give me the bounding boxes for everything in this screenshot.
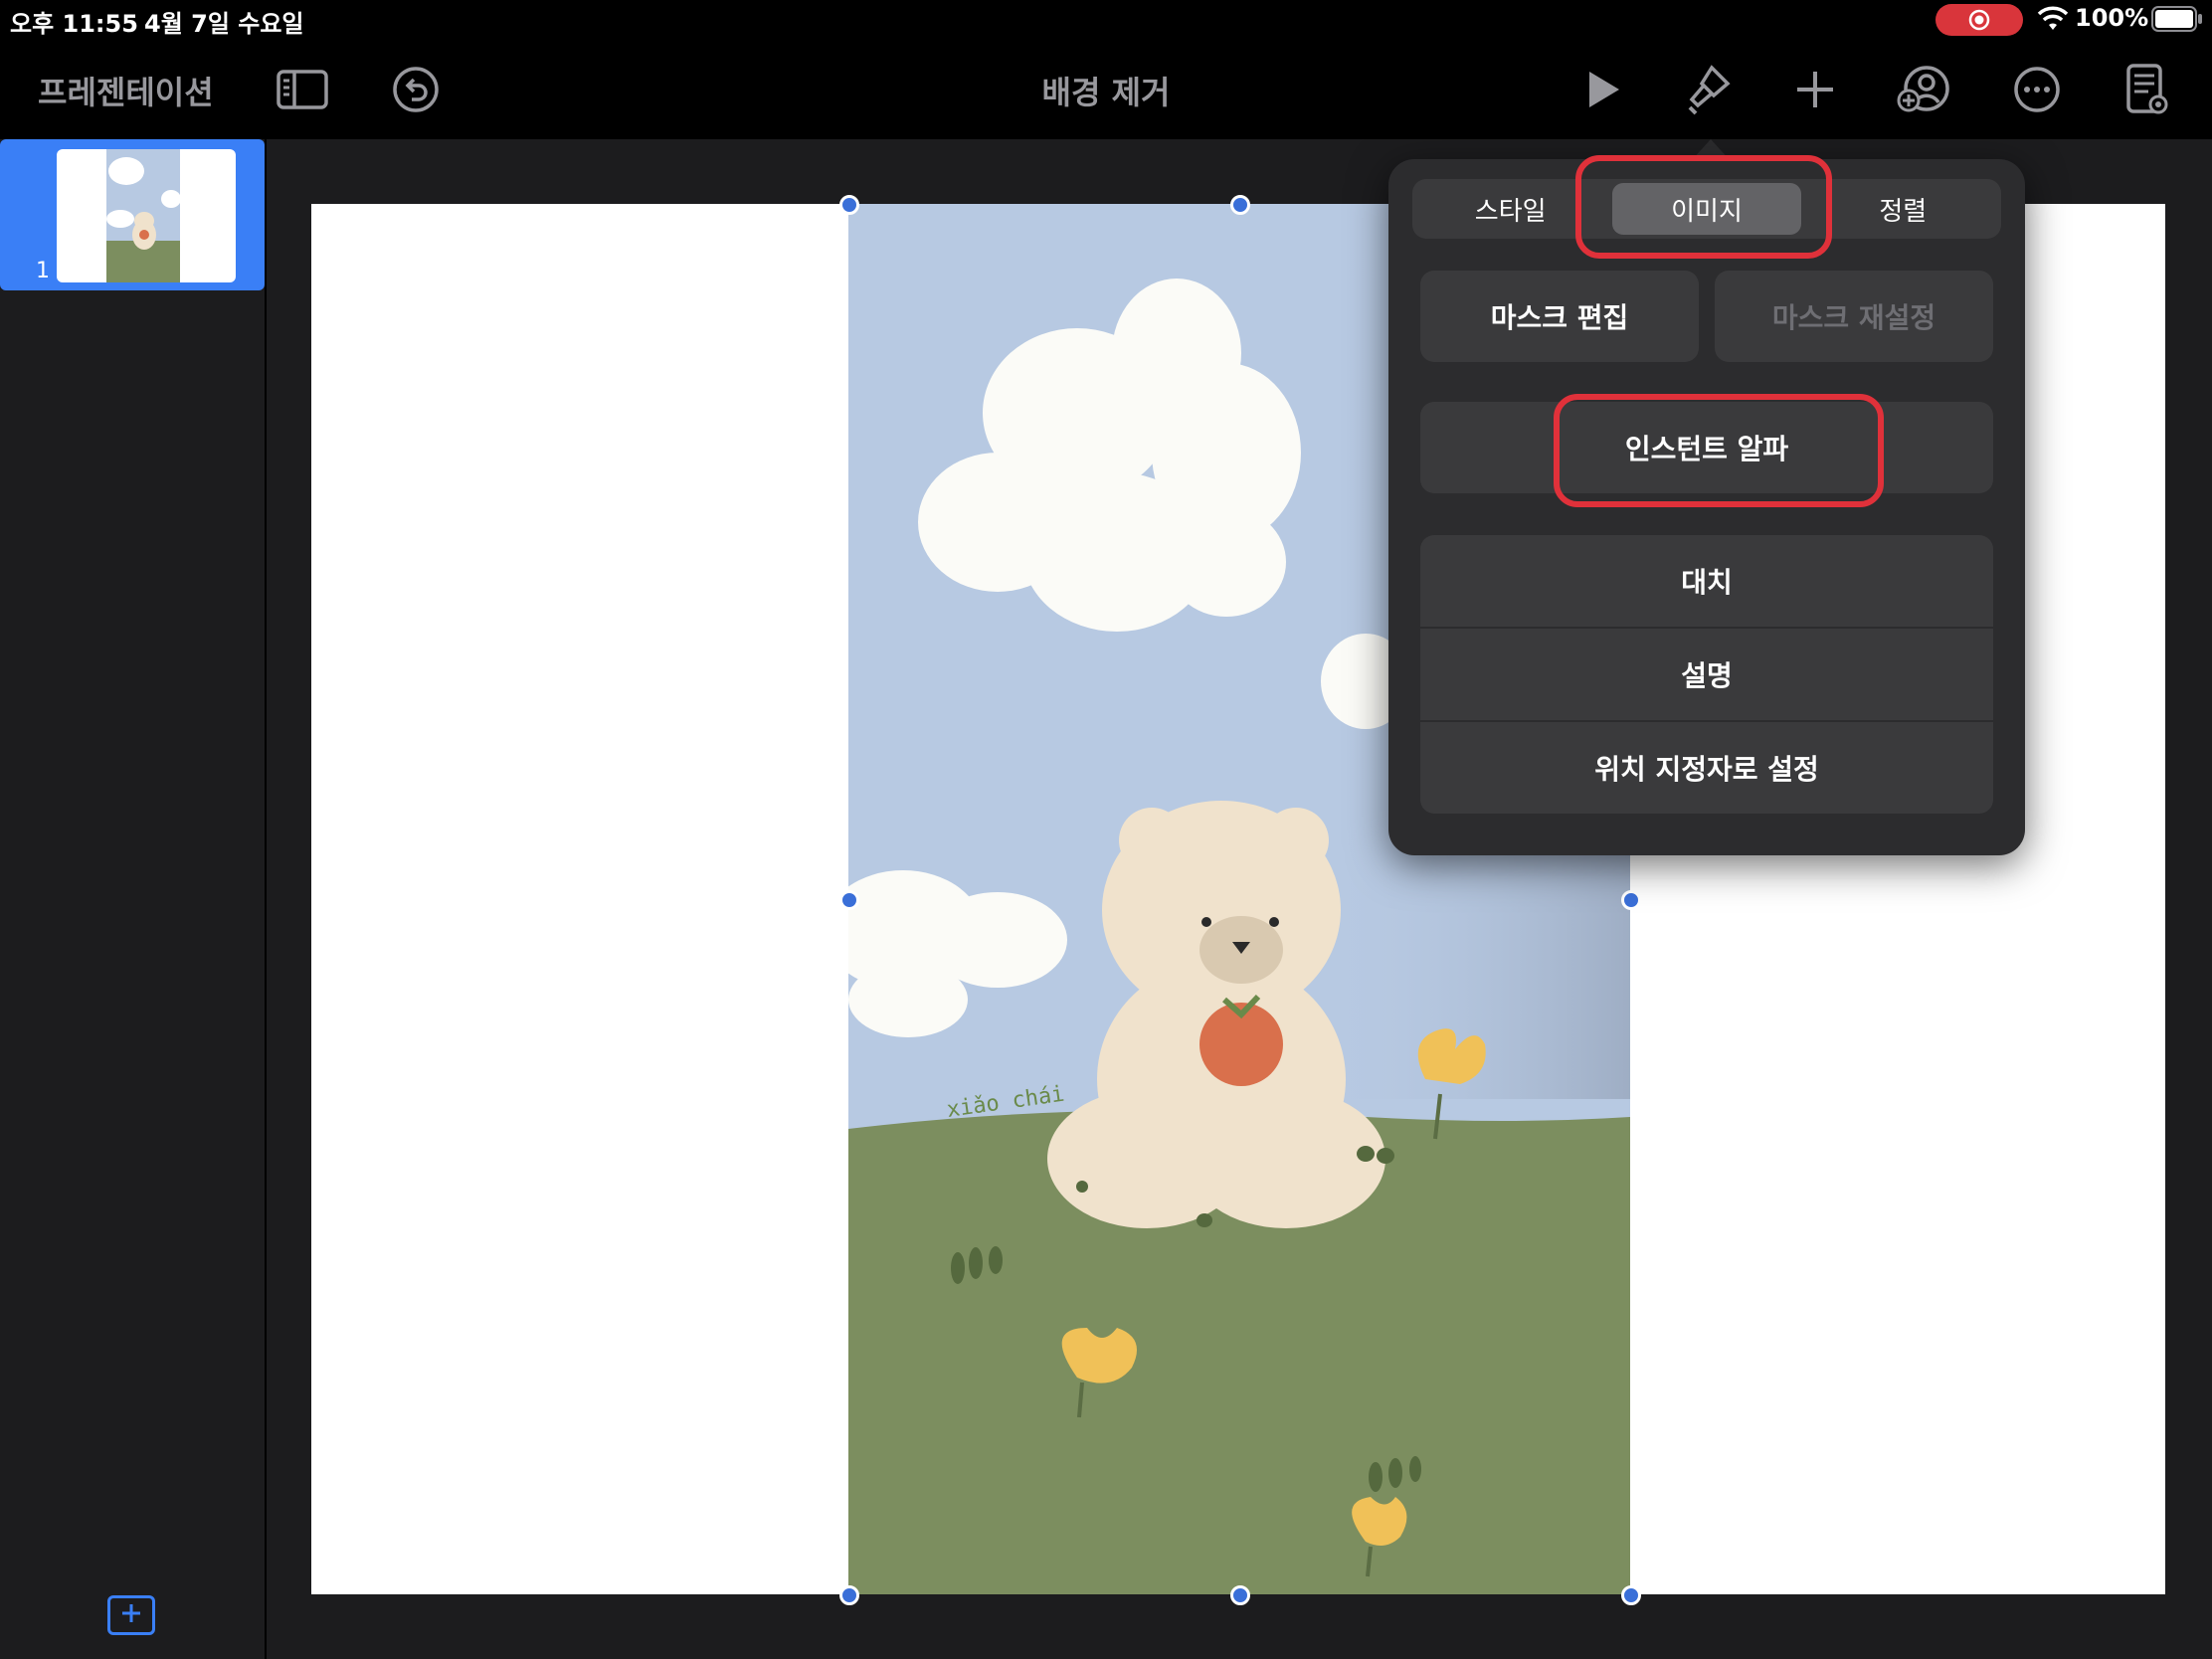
more-icon[interactable] — [2007, 62, 2067, 117]
format-popover: 스타일 이미지 정렬 마스크 편집 마스크 재설정 인스턴트 알파 대치 설명 … — [1388, 159, 2025, 855]
status-bar: 오후 11:55 4월 7일 수요일 100% — [0, 0, 2212, 40]
highlight-annotation-image-tab — [1575, 155, 1832, 259]
edit-mask-button[interactable]: 마스크 편집 — [1420, 271, 1699, 362]
status-time: 오후 11:55 — [10, 10, 138, 38]
resize-handle-left[interactable] — [839, 890, 859, 910]
status-date: 4월 7일 수요일 — [144, 10, 304, 38]
document-title[interactable]: 배경 제거 — [0, 68, 2212, 113]
play-icon[interactable] — [1573, 62, 1633, 117]
description-button[interactable]: 설명 — [1420, 629, 1993, 720]
toolbar: 프레젠테이션 배경 제거 — [0, 40, 2212, 139]
slide-thumbnail-selected[interactable]: 1 — [0, 139, 265, 290]
wifi-icon — [2037, 6, 2069, 36]
reset-mask-button[interactable]: 마스크 재설정 — [1715, 271, 1993, 362]
resize-handle-bottom[interactable] — [1230, 1585, 1250, 1605]
resize-handle-bottom-left[interactable] — [839, 1585, 859, 1605]
slide-thumbnail-image — [57, 149, 236, 282]
paintbrush-icon[interactable] — [1679, 62, 1739, 117]
replace-button[interactable]: 대치 — [1420, 535, 1993, 627]
slide-number: 1 — [36, 259, 50, 283]
battery-icon — [2151, 6, 2203, 36]
collaborate-icon[interactable] — [1894, 62, 1953, 117]
resize-handle-top-left[interactable] — [839, 195, 859, 215]
divider — [1420, 720, 1993, 722]
resize-handle-bottom-right[interactable] — [1621, 1585, 1641, 1605]
plus-icon[interactable] — [1785, 62, 1845, 117]
record-icon[interactable] — [1936, 4, 2023, 36]
add-slide-button[interactable] — [107, 1595, 155, 1635]
resize-handle-top[interactable] — [1230, 195, 1250, 215]
slide-navigator: 1 — [0, 139, 267, 1659]
battery-percent: 100% — [2075, 4, 2149, 32]
highlight-annotation-instant-alpha — [1554, 394, 1884, 507]
set-as-placeholder-button[interactable]: 위치 지정자로 설정 — [1420, 722, 1993, 814]
divider — [1420, 627, 1993, 629]
presenter-notes-icon[interactable] — [2117, 62, 2176, 117]
resize-handle-right[interactable] — [1621, 890, 1641, 910]
add-slide-icon — [119, 1601, 143, 1629]
tab-arrange[interactable]: 정렬 — [1809, 183, 1997, 235]
